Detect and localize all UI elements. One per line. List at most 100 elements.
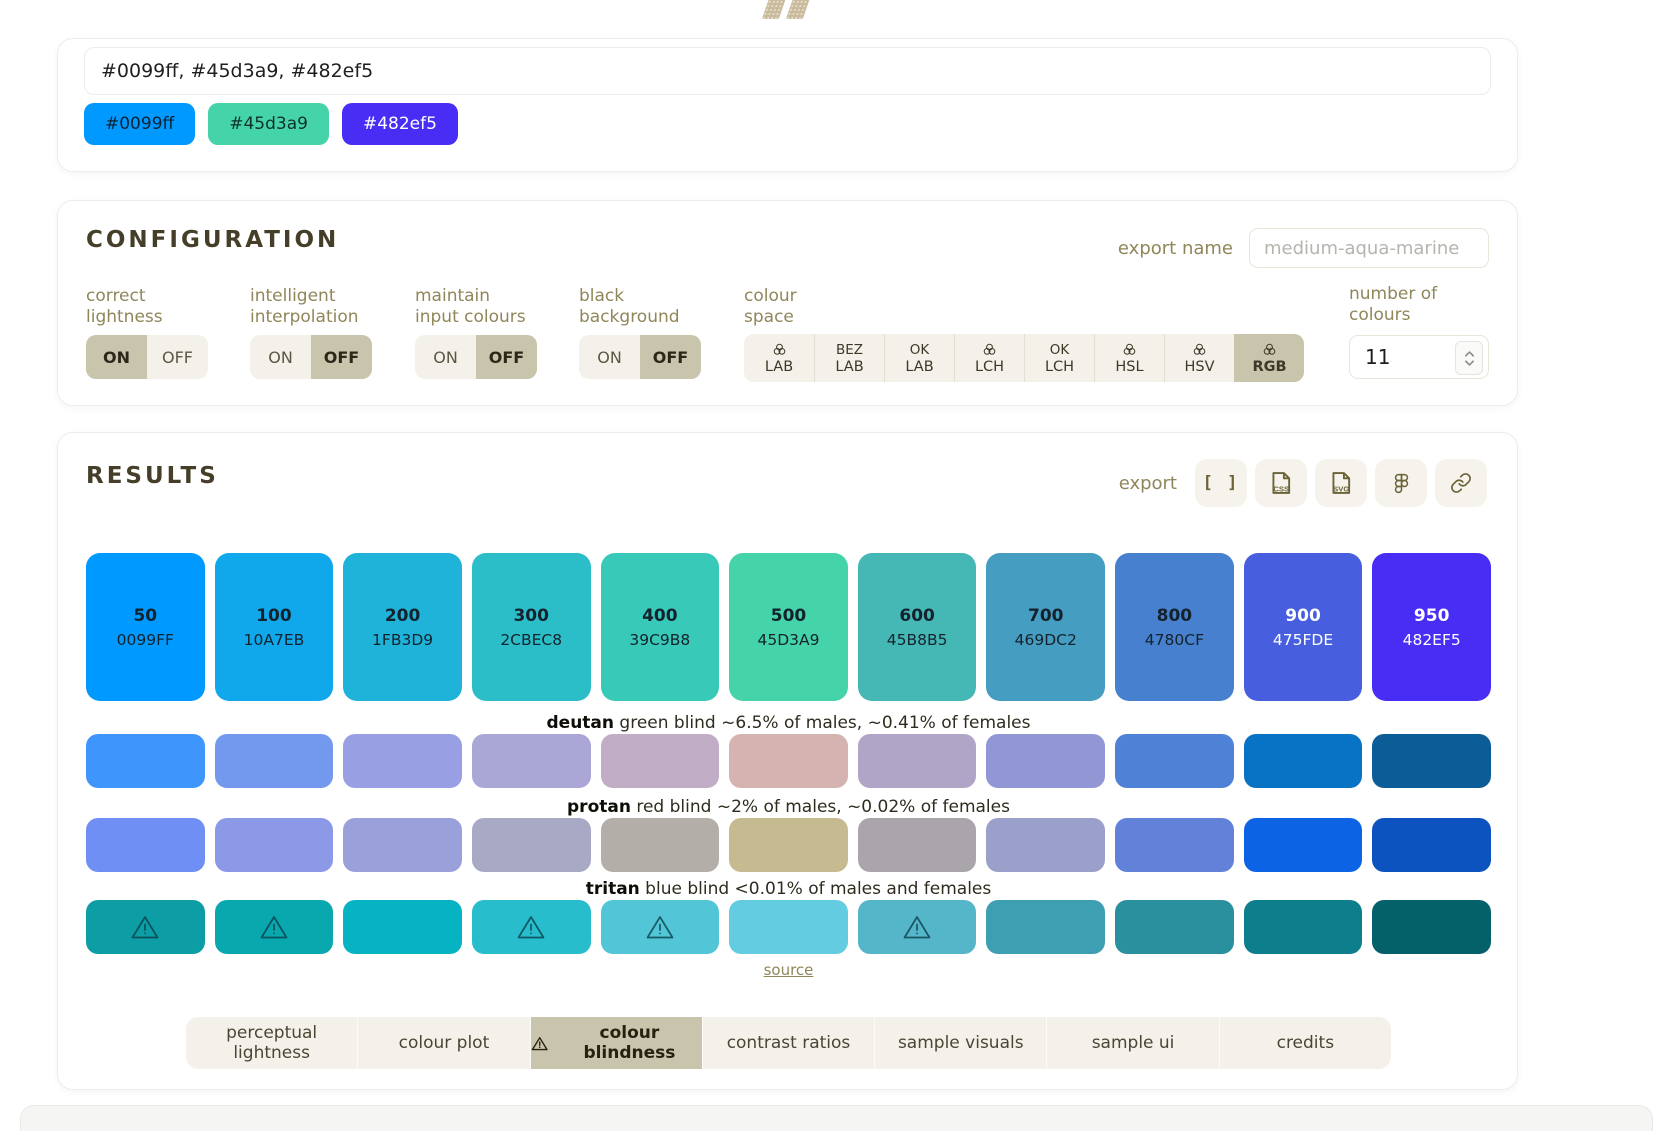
toggle-option-on[interactable]: ON (250, 335, 311, 379)
scale-swatch-800[interactable]: 8004780CF (1115, 553, 1234, 701)
toggle-option-off[interactable]: OFF (311, 335, 372, 379)
protan-swatch[interactable] (215, 818, 334, 872)
deutan-swatch[interactable] (1115, 734, 1234, 788)
colour-space-option-label: RGB (1252, 359, 1286, 375)
tritan-swatch[interactable] (601, 900, 720, 954)
deutan-swatch[interactable] (986, 734, 1105, 788)
tritan-swatch[interactable] (1244, 900, 1363, 954)
deutan-swatch[interactable] (858, 734, 977, 788)
tab-credits[interactable]: credits (1219, 1017, 1391, 1069)
protan-swatch[interactable] (986, 818, 1105, 872)
colour-chip-45d3a9[interactable]: #45d3a9 (208, 103, 329, 145)
scale-swatch-300[interactable]: 3002CBEC8 (472, 553, 591, 701)
toggle-option-on[interactable]: ON (415, 335, 476, 379)
deutan-swatch[interactable] (1372, 734, 1491, 788)
deutan-swatch[interactable] (472, 734, 591, 788)
logo-slash-icon (762, 0, 788, 19)
swatch-hex: 4780CF (1145, 631, 1204, 649)
toggle-maintain-input-colours[interactable]: ONOFF (415, 335, 537, 379)
swatch-hex: 1FB3D9 (372, 631, 433, 649)
deutan-swatch[interactable] (1244, 734, 1363, 788)
number-stepper-icon[interactable] (1455, 341, 1483, 375)
colour-chip-0099ff[interactable]: #0099ff (84, 103, 195, 145)
tab-contrast-ratios[interactable]: contrast ratios (702, 1017, 874, 1069)
tritan-swatch[interactable] (1372, 900, 1491, 954)
tritan-swatch[interactable] (343, 900, 462, 954)
tab-perceptual-lightness[interactable]: perceptual lightness (186, 1017, 357, 1069)
tritan-swatch[interactable] (215, 900, 334, 954)
warning-icon (259, 914, 289, 940)
tritan-swatch[interactable] (729, 900, 848, 954)
palette-hex-input[interactable] (84, 47, 1491, 95)
protan-swatch[interactable] (472, 818, 591, 872)
colour-space-option-label: HSL (1115, 359, 1143, 375)
tritan-swatch[interactable] (858, 900, 977, 954)
colour-space-hsl[interactable]: HSL (1094, 334, 1164, 382)
tritan-swatch[interactable] (472, 900, 591, 954)
tritan-swatch[interactable] (86, 900, 205, 954)
number-of-colours-input[interactable] (1350, 336, 1465, 378)
deutan-swatch[interactable] (729, 734, 848, 788)
toggle-option-on[interactable]: ON (579, 335, 640, 379)
colour-space-rgb[interactable]: RGB (1234, 334, 1304, 382)
protan-swatch[interactable] (343, 818, 462, 872)
tab-sample-ui[interactable]: sample ui (1046, 1017, 1218, 1069)
protan-swatch[interactable] (1115, 818, 1234, 872)
scale-swatch-500[interactable]: 50045D3A9 (729, 553, 848, 701)
results-card: RESULTS export [ ]CSSSVG 500099FF10010A7… (57, 432, 1518, 1090)
toggle-black-background[interactable]: ONOFF (579, 335, 701, 379)
toggle-intelligent-interpolation[interactable]: ONOFF (250, 335, 372, 379)
blindness-description: blue blind <0.01% of males and females (640, 879, 991, 899)
protan-swatch[interactable] (858, 818, 977, 872)
toggle-correct-lightness[interactable]: ONOFF (86, 335, 208, 379)
blindness-description: green blind ~6.5% of males, ~0.41% of fe… (614, 713, 1030, 733)
app-logo[interactable] (767, 0, 808, 19)
protan-swatch[interactable] (1244, 818, 1363, 872)
colour-space-ok-lab[interactable]: OKLAB (884, 334, 954, 382)
toggle-option-off[interactable]: OFF (640, 335, 701, 379)
toggle-label: black background (579, 286, 699, 328)
swatch-step: 700 (1028, 606, 1064, 626)
tab-sample-visuals[interactable]: sample visuals (874, 1017, 1046, 1069)
colour-space-ok-lch[interactable]: OKLCH (1024, 334, 1094, 382)
colour-space-bez-lab[interactable]: BEZLAB (814, 334, 884, 382)
colour-channels-icon (1122, 342, 1137, 358)
deutan-swatch[interactable] (86, 734, 205, 788)
scale-swatch-50[interactable]: 500099FF (86, 553, 205, 701)
colour-space-hsv[interactable]: HSV (1164, 334, 1234, 382)
deutan-swatch[interactable] (215, 734, 334, 788)
tab-colour-blindness[interactable]: colour blindness (530, 1017, 702, 1069)
protan-swatch[interactable] (729, 818, 848, 872)
scale-swatch-600[interactable]: 60045B8B5 (858, 553, 977, 701)
scale-swatch-900[interactable]: 900475FDE (1244, 553, 1363, 701)
toggle-group-maintain-input-colours: maintain input coloursONOFF (415, 286, 535, 328)
protan-swatch[interactable] (1372, 818, 1491, 872)
export-name-input[interactable] (1249, 228, 1489, 268)
colour-space-lch[interactable]: LCH (954, 334, 1024, 382)
css-file-export-button[interactable]: CSS (1255, 459, 1307, 507)
protan-swatch[interactable] (86, 818, 205, 872)
scale-swatch-100[interactable]: 10010A7EB (215, 553, 334, 701)
deutan-swatch[interactable] (601, 734, 720, 788)
scale-swatch-400[interactable]: 40039C9B8 (601, 553, 720, 701)
toggle-option-off[interactable]: OFF (476, 335, 537, 379)
scale-swatch-200[interactable]: 2001FB3D9 (343, 553, 462, 701)
tritan-swatch[interactable] (986, 900, 1105, 954)
figma-export-button[interactable] (1375, 459, 1427, 507)
tab-colour-plot[interactable]: colour plot (357, 1017, 529, 1069)
svg-file-export-button[interactable]: SVG (1315, 459, 1367, 507)
protan-swatch[interactable] (601, 818, 720, 872)
svg-file-icon: SVG (1327, 469, 1355, 497)
toggle-option-off[interactable]: OFF (147, 335, 208, 379)
toggle-option-on[interactable]: ON (86, 335, 147, 379)
deutan-swatch[interactable] (343, 734, 462, 788)
scale-swatch-950[interactable]: 950482EF5 (1372, 553, 1491, 701)
json-brackets-export-button[interactable]: [ ] (1195, 459, 1247, 507)
scale-swatch-700[interactable]: 700469DC2 (986, 553, 1105, 701)
colour-chip-482ef5[interactable]: #482ef5 (342, 103, 458, 145)
tab-label: colour plot (399, 1033, 490, 1053)
share-link-export-button[interactable] (1435, 459, 1487, 507)
source-link[interactable]: source (764, 961, 814, 979)
tritan-swatch[interactable] (1115, 900, 1234, 954)
colour-space-lab[interactable]: LAB (744, 334, 814, 382)
